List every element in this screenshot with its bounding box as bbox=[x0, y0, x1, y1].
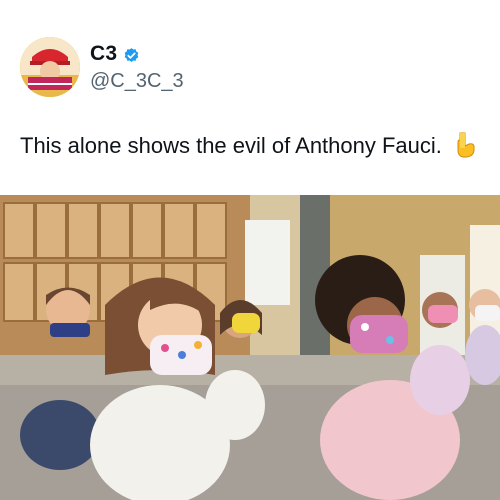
display-name[interactable]: C3 bbox=[90, 42, 140, 66]
tweet-header: C3 @C_3C_3 bbox=[0, 0, 500, 110]
display-name-text: C3 bbox=[90, 42, 118, 65]
tweet-text: This alone shows the evil of Anthony Fau… bbox=[20, 132, 490, 160]
tweet-media-photo[interactable] bbox=[0, 195, 500, 500]
verified-badge-icon bbox=[123, 46, 140, 63]
classroom-photo bbox=[0, 195, 500, 500]
avatar[interactable] bbox=[20, 37, 80, 97]
tweet-body: This alone shows the evil of Anthony Fau… bbox=[20, 133, 442, 158]
author-handle[interactable]: @C_3C_3 bbox=[90, 70, 184, 93]
pointing-down-emoji-icon bbox=[454, 132, 476, 158]
